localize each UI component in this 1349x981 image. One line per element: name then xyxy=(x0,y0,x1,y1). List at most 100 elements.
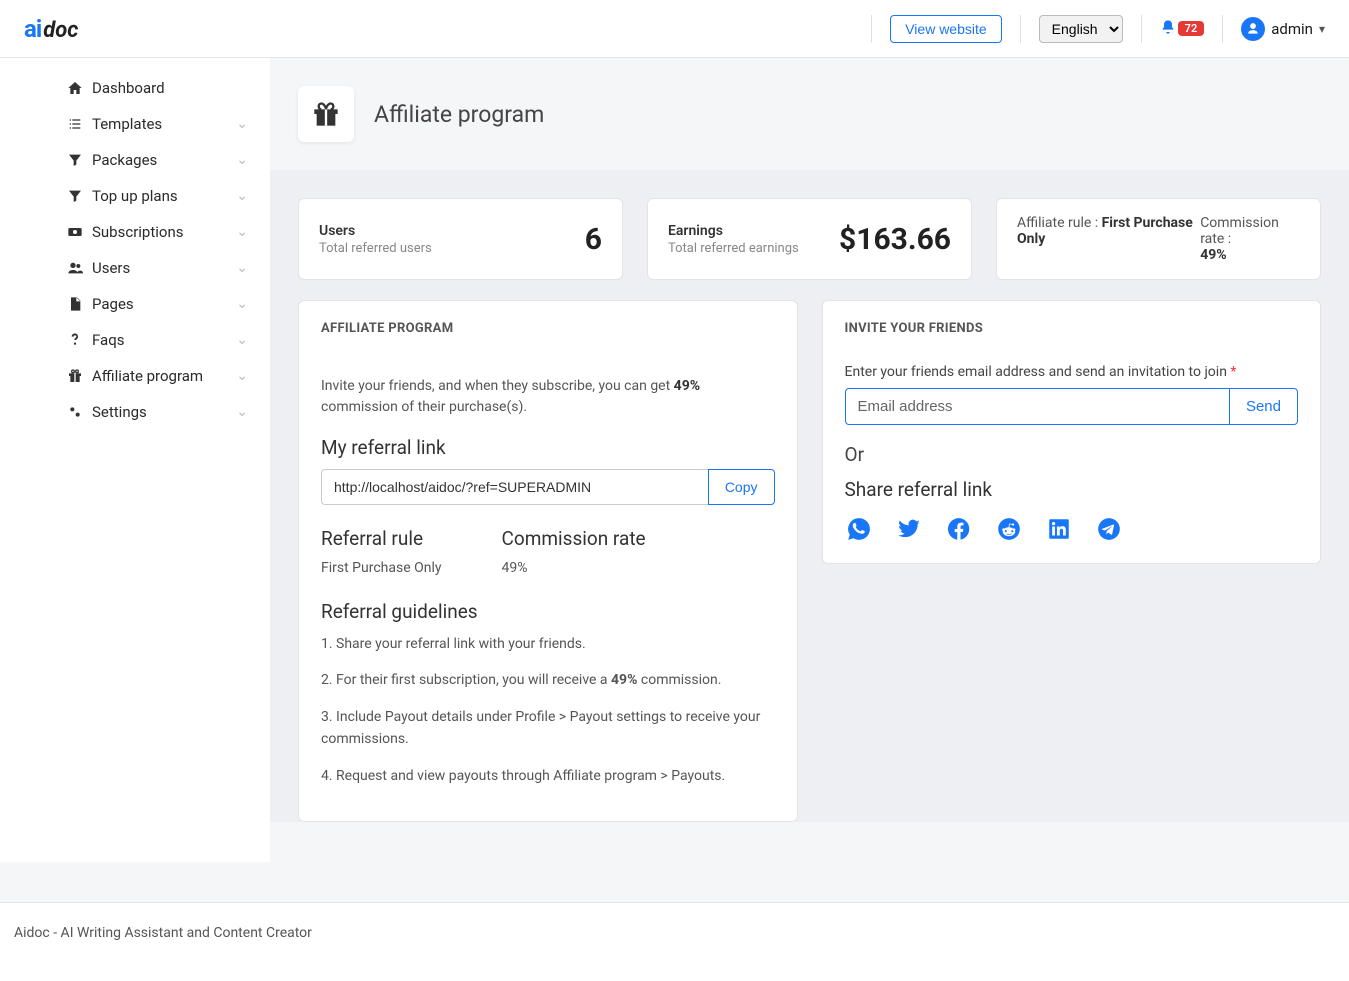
referral-link-heading: My referral link xyxy=(321,436,775,459)
stats-row: Users Total referred users 6 Earnings To… xyxy=(298,170,1321,280)
question-icon xyxy=(66,332,84,348)
logo-ai: ai xyxy=(24,15,41,43)
divider xyxy=(1141,15,1142,43)
chevron-down-icon: ▾ xyxy=(1319,22,1325,36)
referral-rule-heading: Referral rule xyxy=(321,527,442,550)
sidebar-item-topup[interactable]: Top up plans ⌄ xyxy=(0,178,270,214)
page-header: Affiliate program xyxy=(270,58,1349,170)
sidebar-item-packages[interactable]: Packages ⌄ xyxy=(0,142,270,178)
linkedin-icon[interactable] xyxy=(1045,515,1073,543)
invite-panel: INVITE YOUR FRIENDS Enter your friends e… xyxy=(822,300,1322,564)
sidebar-item-label: Users xyxy=(92,259,130,277)
panels: AFFILIATE PROGRAM Invite your friends, a… xyxy=(298,300,1321,822)
logo-doc: doc xyxy=(43,18,78,43)
reddit-icon[interactable] xyxy=(995,515,1023,543)
username-label: admin xyxy=(1271,20,1313,38)
users-icon xyxy=(66,260,84,276)
referral-link-group: Copy xyxy=(321,469,775,505)
divider xyxy=(871,15,872,43)
referral-rule-value: First Purchase Only xyxy=(321,560,442,576)
user-menu[interactable]: admin ▾ xyxy=(1241,17,1325,41)
chevron-down-icon: ⌄ xyxy=(236,296,248,312)
sidebar-item-label: Top up plans xyxy=(92,187,178,205)
sidebar-item-templates[interactable]: Templates ⌄ xyxy=(0,106,270,142)
rule-commission-row: Referral rule First Purchase Only Commis… xyxy=(321,527,775,576)
sidebar-item-label: Faqs xyxy=(92,331,124,349)
affiliate-description: Invite your friends, and when they subsc… xyxy=(321,376,775,418)
share-heading: Share referral link xyxy=(845,478,1299,501)
sidebar: Dashboard Templates ⌄ Packages ⌄ Top up … xyxy=(0,58,270,862)
chevron-down-icon: ⌄ xyxy=(236,152,248,168)
content: Users Total referred users 6 Earnings To… xyxy=(270,170,1349,822)
sidebar-item-label: Dashboard xyxy=(92,79,165,97)
money-icon xyxy=(66,224,84,240)
page-title: Affiliate program xyxy=(374,101,544,128)
gift-icon xyxy=(298,86,354,142)
divider xyxy=(1020,15,1021,43)
chevron-down-icon: ⌄ xyxy=(236,404,248,420)
language-select[interactable]: English xyxy=(1039,15,1123,43)
sidebar-item-dashboard[interactable]: Dashboard xyxy=(0,70,270,106)
footer: Aidoc - AI Writing Assistant and Content… xyxy=(0,902,1349,981)
logo[interactable]: ai doc xyxy=(24,15,78,43)
commission-rate-heading: Commission rate xyxy=(502,527,646,550)
email-field[interactable] xyxy=(845,388,1230,425)
avatar-icon xyxy=(1241,17,1265,41)
sidebar-item-subscriptions[interactable]: Subscriptions ⌄ xyxy=(0,214,270,250)
sidebar-item-label: Pages xyxy=(92,295,134,313)
notification-badge: 72 xyxy=(1178,21,1205,36)
facebook-icon[interactable] xyxy=(945,515,973,543)
stat-rule: Affiliate rule : First Purchase Only Com… xyxy=(996,198,1321,280)
required-mark: * xyxy=(1230,364,1236,380)
home-icon xyxy=(66,80,84,96)
stat-value: 6 xyxy=(585,222,602,257)
sidebar-item-faqs[interactable]: Faqs ⌄ xyxy=(0,322,270,358)
filter-icon xyxy=(66,188,84,204)
referral-link-input[interactable] xyxy=(321,469,709,505)
guideline-1: 1. Share your referral link with your fr… xyxy=(321,633,775,655)
commission-value: 49% xyxy=(1200,247,1300,263)
sidebar-item-pages[interactable]: Pages ⌄ xyxy=(0,286,270,322)
chevron-down-icon: ⌄ xyxy=(236,332,248,348)
notifications-button[interactable]: 72 xyxy=(1160,19,1205,39)
bell-icon xyxy=(1160,19,1176,39)
guideline-2: 2. For their first subscription, you wil… xyxy=(321,669,775,691)
invite-label: Enter your friends email address and sen… xyxy=(845,364,1299,380)
chevron-down-icon: ⌄ xyxy=(236,188,248,204)
chevron-down-icon: ⌄ xyxy=(236,224,248,240)
copy-button[interactable]: Copy xyxy=(708,469,775,505)
guideline-4: 4. Request and view payouts through Affi… xyxy=(321,765,775,787)
main: Affiliate program Users Total referred u… xyxy=(270,58,1349,862)
sidebar-item-label: Settings xyxy=(92,403,147,421)
or-label: Or xyxy=(845,443,1299,466)
stat-sub: Total referred earnings xyxy=(668,241,799,256)
panel-title: INVITE YOUR FRIENDS xyxy=(845,321,1299,336)
header: ai doc View website English 72 admin ▾ xyxy=(0,0,1349,58)
chevron-down-icon: ⌄ xyxy=(236,368,248,384)
sidebar-item-users[interactable]: Users ⌄ xyxy=(0,250,270,286)
divider xyxy=(1222,15,1223,43)
page-icon xyxy=(66,296,84,312)
list-icon xyxy=(66,116,84,132)
invite-group: Send xyxy=(845,388,1299,425)
stat-users: Users Total referred users 6 xyxy=(298,198,623,280)
gear-icon xyxy=(66,404,84,420)
send-button[interactable]: Send xyxy=(1229,388,1298,425)
twitter-icon[interactable] xyxy=(895,515,923,543)
stat-value: $163.66 xyxy=(839,222,951,257)
header-right: View website English 72 admin ▾ xyxy=(871,15,1325,43)
sidebar-item-affiliate[interactable]: Affiliate program ⌄ xyxy=(0,358,270,394)
stat-label: Users xyxy=(319,223,432,239)
panel-title: AFFILIATE PROGRAM xyxy=(321,321,775,336)
stat-earnings: Earnings Total referred earnings $163.66 xyxy=(647,198,972,280)
whatsapp-icon[interactable] xyxy=(845,515,873,543)
filter-icon xyxy=(66,152,84,168)
telegram-icon[interactable] xyxy=(1095,515,1123,543)
view-website-button[interactable]: View website xyxy=(890,15,1001,43)
sidebar-item-settings[interactable]: Settings ⌄ xyxy=(0,394,270,430)
sidebar-item-label: Packages xyxy=(92,151,157,169)
layout: Dashboard Templates ⌄ Packages ⌄ Top up … xyxy=(0,58,1349,862)
commission-rate-value: 49% xyxy=(502,560,646,576)
stat-label: Earnings xyxy=(668,223,799,239)
guideline-3: 3. Include Payout details under Profile … xyxy=(321,706,775,751)
